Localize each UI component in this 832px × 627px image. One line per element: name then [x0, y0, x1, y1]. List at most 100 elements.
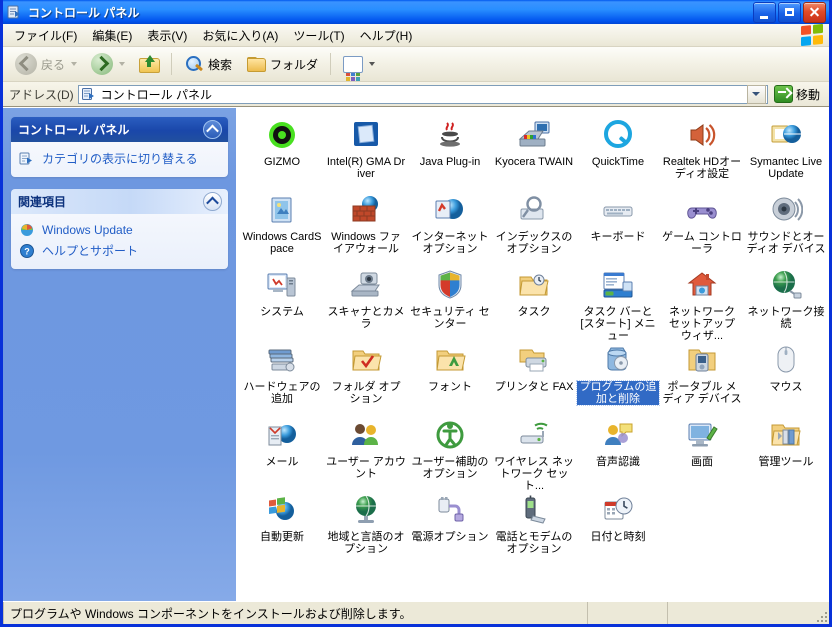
forward-dropdown-icon[interactable]	[119, 62, 126, 66]
item-administrative-tools[interactable]: 管理ツール	[744, 416, 828, 491]
item-kyocera-twain[interactable]: Kyocera TWAIN	[492, 116, 576, 191]
views-button[interactable]	[337, 52, 381, 81]
close-button[interactable]	[803, 1, 826, 23]
fonts-icon	[433, 344, 467, 378]
menu-help[interactable]: ヘルプ(H)	[353, 24, 421, 47]
speech-icon	[601, 419, 635, 453]
icon-grid: GIZMO Intel(R) GMA Driver Java Plug-in K…	[240, 116, 829, 566]
folders-button[interactable]: フォルダ	[240, 52, 324, 77]
link-windows-update[interactable]: Windows Update	[19, 220, 220, 240]
forward-button[interactable]	[85, 49, 131, 79]
minimize-button[interactable]	[753, 1, 776, 23]
item-system[interactable]: システム	[240, 266, 324, 341]
regional-options-icon	[349, 494, 383, 528]
item-portable-media-devices[interactable]: ポータブル メディア デバイス	[660, 341, 744, 416]
item-intel-gma-driver[interactable]: Intel(R) GMA Driver	[324, 116, 408, 191]
search-button[interactable]: 検索	[178, 51, 238, 77]
item-accessibility-options[interactable]: ユーザー補助のオプション	[408, 416, 492, 491]
item-scanners-cameras[interactable]: スキャナとカメラ	[324, 266, 408, 341]
link-switch-to-category-view[interactable]: カテゴリの表示に切り替える	[19, 148, 220, 169]
item-label: プログラムの追加と削除	[576, 380, 660, 406]
item-label: サウンドとオーディオ デバイス	[746, 231, 826, 255]
control-panel-items-pane[interactable]: GIZMO Intel(R) GMA Driver Java Plug-in K…	[236, 108, 829, 601]
item-fonts[interactable]: フォント	[408, 341, 492, 416]
item-security-center[interactable]: セキュリティ センター	[408, 266, 492, 341]
item-phone-modem-options[interactable]: 電話とモデムのオプション	[492, 491, 576, 566]
svg-text:?: ?	[24, 246, 30, 256]
item-folder-options[interactable]: フォルダ オプション	[324, 341, 408, 416]
item-realtek-hd-audio[interactable]: Realtek HDオーディオ設定	[660, 116, 744, 191]
views-dropdown-icon[interactable]	[369, 62, 376, 66]
go-label: 移動	[795, 87, 820, 102]
item-regional-language-options[interactable]: 地域と言語のオプション	[324, 491, 408, 566]
panel-related-topics: 関連項目 Windows Update ? ヘルプとサポート	[11, 189, 228, 269]
item-add-hardware[interactable]: ハードウェアの追加	[240, 341, 324, 416]
menu-edit[interactable]: 編集(E)	[85, 24, 140, 47]
menu-file[interactable]: ファイル(F)	[7, 24, 85, 47]
item-symantec-liveupdate[interactable]: Symantec LiveUpdate	[744, 116, 828, 191]
item-internet-options[interactable]: インターネット オプション	[408, 191, 492, 266]
item-automatic-updates[interactable]: 自動更新	[240, 491, 324, 566]
item-game-controllers[interactable]: ゲーム コントローラ	[660, 191, 744, 266]
item-keyboard[interactable]: キーボード	[576, 191, 660, 266]
item-power-options[interactable]: 電源オプション	[408, 491, 492, 566]
item-scheduled-tasks[interactable]: タスク	[492, 266, 576, 341]
resize-grip-icon[interactable]	[815, 610, 827, 622]
item-label: 電源オプション	[411, 531, 489, 543]
item-sounds-audio-devices[interactable]: サウンドとオーディオ デバイス	[744, 191, 828, 266]
item-label: インデックスのオプション	[495, 231, 573, 255]
item-windows-firewall[interactable]: Windows ファイアウォール	[324, 191, 408, 266]
item-mouse[interactable]: マウス	[744, 341, 828, 416]
item-user-accounts[interactable]: ユーザー アカウント	[324, 416, 408, 491]
item-network-setup-wizard[interactable]: ネットワーク セットアップ ウィザ...	[660, 266, 744, 342]
panel-header-related-topics[interactable]: 関連項目	[11, 189, 228, 214]
address-dropdown-icon[interactable]	[746, 84, 766, 104]
panel-header-control-panel[interactable]: コントロール パネル	[11, 117, 228, 142]
item-display[interactable]: 画面	[660, 416, 744, 491]
item-java-plugin[interactable]: Java Plug-in	[408, 116, 492, 191]
item-printers-and-faxes[interactable]: プリンタと FAX	[492, 341, 576, 416]
item-label: ワイヤレス ネットワーク セット...	[494, 456, 574, 492]
menu-view[interactable]: 表示(V)	[140, 24, 195, 47]
item-gizmo[interactable]: GIZMO	[240, 116, 324, 191]
portable-media-icon	[685, 344, 719, 378]
up-button[interactable]	[133, 51, 165, 77]
item-indexing-options[interactable]: インデックスのオプション	[492, 191, 576, 266]
scheduled-tasks-icon	[517, 269, 551, 303]
menu-tools[interactable]: ツール(T)	[286, 24, 352, 47]
address-bar: アドレス(D) コントロール パネル 移動	[3, 82, 829, 107]
panel-body-control-panel: カテゴリの表示に切り替える	[11, 142, 228, 177]
item-label: プリンタと FAX	[494, 381, 574, 393]
item-label: Windows ファイアウォール	[331, 231, 401, 255]
item-taskbar-startmenu[interactable]: タスク バーと [スタート] メニュー	[576, 266, 660, 342]
collapse-chevron-icon[interactable]	[203, 120, 222, 139]
status-segment-2	[588, 602, 668, 624]
item-label: Java Plug-in	[419, 156, 481, 168]
item-label: QuickTime	[591, 156, 645, 168]
security-shield-icon	[433, 269, 467, 303]
search-icon	[184, 55, 204, 73]
back-dropdown-icon[interactable]	[71, 62, 78, 66]
item-network-connections[interactable]: ネットワーク接続	[744, 266, 828, 341]
item-label: セキュリティ センター	[410, 306, 490, 330]
item-wireless-network-setup[interactable]: ワイヤレス ネットワーク セット...	[492, 416, 576, 492]
collapse-chevron-icon[interactable]	[203, 192, 222, 211]
title-bar[interactable]: コントロール パネル	[3, 0, 829, 24]
item-quicktime[interactable]: QuickTime	[576, 116, 660, 191]
item-mail[interactable]: メール	[240, 416, 324, 491]
item-windows-cardspace[interactable]: Windows CardSpace	[240, 191, 324, 266]
address-input[interactable]: コントロール パネル	[77, 84, 768, 104]
maximize-button[interactable]	[778, 1, 801, 23]
content-area: コントロール パネル カテゴリの表示に切り替える 関連項目 Windows Up…	[3, 107, 829, 601]
item-speech[interactable]: 音声認識	[576, 416, 660, 491]
wireless-network-icon	[517, 419, 551, 453]
intel-gma-icon	[349, 119, 383, 153]
item-label: 日付と時刻	[590, 531, 646, 543]
menu-favorites[interactable]: お気に入り(A)	[195, 24, 286, 47]
go-button[interactable]: 移動	[772, 84, 825, 104]
item-add-remove-programs[interactable]: プログラムの追加と削除	[576, 341, 660, 416]
link-help-and-support[interactable]: ? ヘルプとサポート	[19, 240, 220, 261]
back-button[interactable]: 戻る	[9, 49, 83, 79]
item-date-and-time[interactable]: 日付と時刻	[576, 491, 660, 566]
item-label: ポータブル メディア デバイス	[662, 381, 742, 405]
